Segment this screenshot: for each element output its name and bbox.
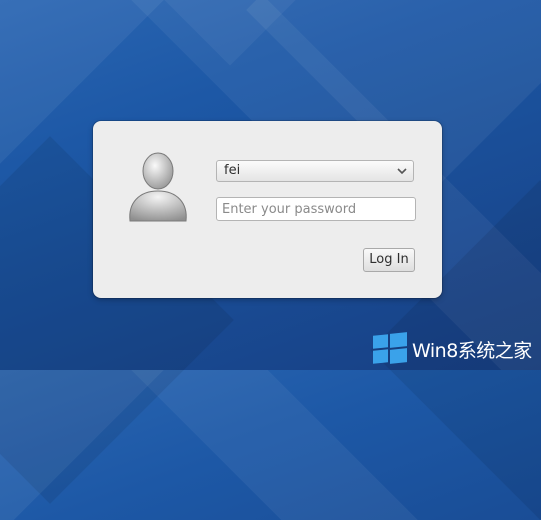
user-select[interactable]: fei <box>216 160 414 182</box>
password-input[interactable] <box>216 197 416 221</box>
user-avatar-icon <box>129 152 187 222</box>
windows-logo-icon <box>373 332 407 364</box>
login-button[interactable]: Log In <box>363 248 415 272</box>
login-dialog: fei Log In <box>93 121 442 298</box>
watermark-text: Win8系统之家 <box>412 340 532 362</box>
chevron-down-icon <box>397 168 407 175</box>
user-select-value: fei <box>224 163 241 178</box>
watermark: Win8系统之家 <box>373 332 541 366</box>
